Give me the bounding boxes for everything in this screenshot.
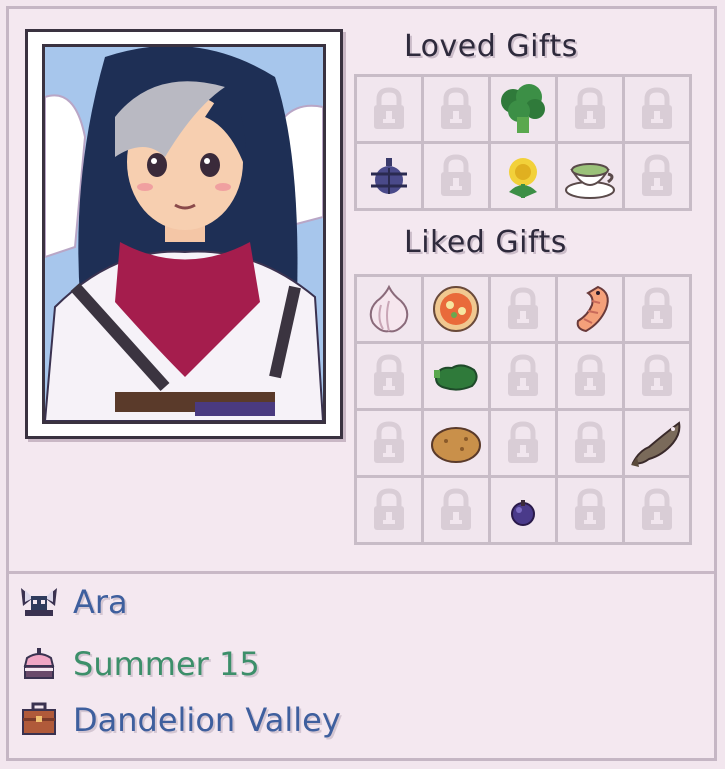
lock-icon: [374, 421, 404, 463]
loved-gift-slot[interactable]: [491, 144, 555, 208]
liked-gift-slot[interactable]: [424, 344, 488, 408]
loved-gift-slot[interactable]: [424, 77, 488, 141]
liked-gift-slot[interactable]: [357, 277, 421, 341]
birthday-cake-icon: [23, 648, 55, 679]
section-divider: [9, 571, 714, 574]
loved-gift-slot[interactable]: [357, 77, 421, 141]
lock-icon: [575, 421, 605, 463]
liked-gift-slot[interactable]: [357, 478, 421, 542]
pizza-icon: [433, 286, 479, 332]
berry-icon: [511, 500, 535, 526]
tea-icon: [565, 163, 615, 199]
loved-gift-slot[interactable]: [625, 77, 689, 141]
broccoli-icon: [501, 84, 545, 133]
liked-gift-slot[interactable]: [558, 478, 622, 542]
lock-icon: [575, 354, 605, 396]
lock-icon: [575, 87, 605, 129]
lock-icon: [642, 354, 672, 396]
lock-icon: [642, 488, 672, 530]
liked-gift-slot[interactable]: [491, 411, 555, 475]
loved-gift-slot[interactable]: [625, 144, 689, 208]
loved-gift-slot[interactable]: [491, 77, 555, 141]
liked-gift-slot[interactable]: [491, 344, 555, 408]
liked-gift-slot[interactable]: [625, 344, 689, 408]
character-portrait: [42, 44, 326, 424]
briefcase-icon: [22, 702, 56, 735]
lock-icon: [441, 488, 471, 530]
lock-icon: [642, 87, 672, 129]
dandelion-icon: [509, 158, 537, 198]
lock-icon: [374, 354, 404, 396]
pepper-icon: [434, 364, 478, 391]
npc-profile-card: Loved Gifts Liked Gifts Ara Summer 15 Da…: [6, 6, 717, 761]
lock-icon: [508, 287, 538, 329]
liked-gift-slot[interactable]: [424, 478, 488, 542]
loved-gifts-title: Loved Gifts: [404, 29, 578, 64]
loved-gift-slot[interactable]: [357, 144, 421, 208]
loved-gifts-grid: [354, 74, 692, 211]
liked-gift-slot[interactable]: [625, 478, 689, 542]
liked-gifts-title: Liked Gifts: [404, 225, 567, 260]
info-location-row: Dandelion Valley: [19, 701, 341, 739]
liked-gift-slot[interactable]: [558, 344, 622, 408]
lock-icon: [441, 87, 471, 129]
loved-gift-slot[interactable]: [558, 144, 622, 208]
lock-icon: [642, 287, 672, 329]
loved-gift-slot[interactable]: [558, 77, 622, 141]
liked-gifts-grid: [354, 274, 692, 545]
liked-gift-slot[interactable]: [625, 277, 689, 341]
butterfly-villager-icon: [21, 588, 57, 616]
info-birthday-row: Summer 15: [19, 645, 260, 683]
loved-gift-slot[interactable]: [424, 144, 488, 208]
lock-icon: [374, 488, 404, 530]
lock-icon: [508, 421, 538, 463]
garlic-icon: [369, 284, 409, 333]
lock-icon: [575, 488, 605, 530]
liked-gift-slot[interactable]: [625, 411, 689, 475]
liked-gift-slot[interactable]: [357, 411, 421, 475]
shrimp-icon: [576, 285, 609, 333]
info-name-row: Ara: [19, 583, 128, 621]
villager-name: Ara: [73, 583, 128, 621]
liked-gift-slot[interactable]: [558, 277, 622, 341]
lock-icon: [642, 154, 672, 196]
portrait-frame: [25, 29, 343, 439]
fish-icon: [631, 421, 681, 467]
liked-gift-slot[interactable]: [491, 277, 555, 341]
liked-gift-slot[interactable]: [357, 344, 421, 408]
villager-location: Dandelion Valley: [73, 701, 341, 739]
lock-icon: [508, 354, 538, 396]
villager-birthday: Summer 15: [73, 645, 260, 683]
potato-icon: [431, 427, 481, 463]
liked-gift-slot[interactable]: [558, 411, 622, 475]
beetle-icon: [371, 158, 407, 194]
lock-icon: [441, 154, 471, 196]
liked-gift-slot[interactable]: [424, 277, 488, 341]
lock-icon: [374, 87, 404, 129]
liked-gift-slot[interactable]: [424, 411, 488, 475]
liked-gift-slot[interactable]: [491, 478, 555, 542]
